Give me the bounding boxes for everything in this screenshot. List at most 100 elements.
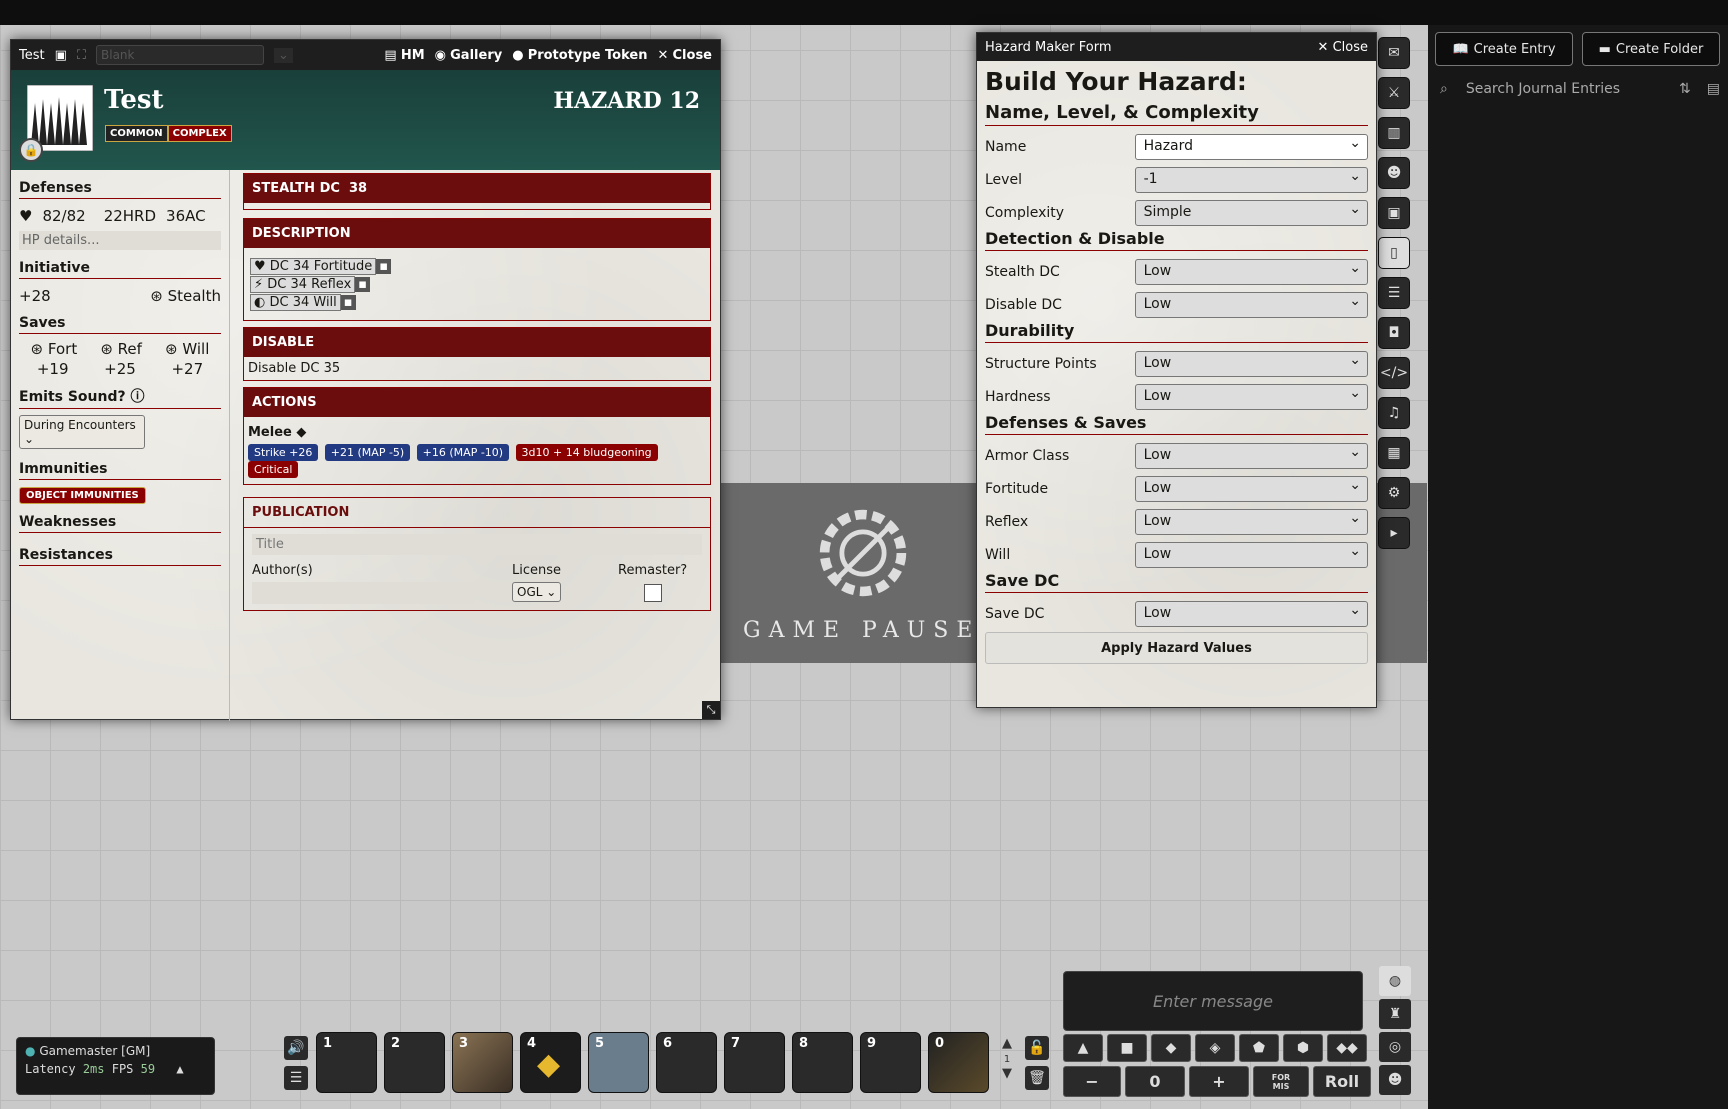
damage-button[interactable]: 3d10 + 14 bludgeoning [515,444,658,461]
d6-icon[interactable]: ■ [1107,1034,1147,1062]
prototype-token-button[interactable]: ● Prototype Token [512,48,647,63]
post-will-icon[interactable]: ▪ [340,295,356,310]
sheet-select[interactable]: Blank [96,45,265,65]
post-reflex-icon[interactable]: ▪ [355,277,371,292]
search-input[interactable]: Search Journal Entries [1466,81,1679,97]
armor-class-select[interactable]: Low [1134,442,1368,469]
will-select[interactable]: Low [1134,541,1368,568]
hp-value[interactable]: 82/82 [42,207,85,225]
macro-slot-6[interactable]: 6 [656,1032,717,1093]
initiative-value[interactable]: +28 [19,287,51,305]
collapse-sidebar-icon[interactable]: ▸ [1378,517,1410,549]
macro-slot-5[interactable]: 5 [588,1032,649,1093]
apply-hazard-values-button[interactable]: Apply Hazard Values [985,632,1368,664]
compendium-tab-icon[interactable]: ▦ [1378,437,1410,469]
tables-tab-icon[interactable]: ☰ [1378,277,1410,309]
strike-button[interactable]: Strike +26 [248,444,319,461]
combat-tab-icon[interactable]: ⚔ [1378,77,1410,109]
will-save-button[interactable]: ⊛ Will [165,340,209,358]
name-input[interactable]: Hazard [1134,133,1368,160]
ref-save-button[interactable]: ⊛ Ref [100,340,142,358]
stealth-header[interactable]: STEALTH DC 38 [244,174,710,203]
macro-slot-4[interactable]: 4 ◆ [520,1032,581,1093]
macro-slot-9[interactable]: 9 [860,1032,921,1093]
items-tab-icon[interactable]: ▣ [1378,197,1410,229]
d8-icon[interactable]: ◆ [1151,1034,1191,1062]
roll-button[interactable]: Roll [1313,1066,1371,1097]
save-dc-select[interactable]: Low [1134,600,1368,627]
info-icon[interactable]: ⓘ [131,389,145,405]
resize-handle-icon[interactable]: ⤡ [702,701,720,719]
ref-value[interactable]: +25 [104,360,136,378]
close-button[interactable]: ✕ Close [657,48,712,63]
menu-icon[interactable]: ☰ [284,1066,308,1090]
expand-icon[interactable]: ⛶ [77,48,86,63]
d20-icon[interactable]: ⬢ [1283,1034,1323,1062]
publication-title-input[interactable]: Title [252,534,702,555]
fort-save-button[interactable]: ⊛ Fort [31,340,78,358]
hardness-select[interactable]: Low [1134,383,1368,410]
settings-tab-icon[interactable]: ⚙ [1378,477,1410,509]
reflex-select[interactable]: Low [1134,508,1368,535]
chat-message-input[interactable]: Enter message [1063,971,1363,1031]
hotbar-lock-icon[interactable]: 🔓 [1025,1036,1049,1060]
hidden-eye-icon[interactable]: ◎ [1379,1032,1411,1062]
hm-button[interactable]: ▤ HM [384,48,424,63]
modifier-value[interactable]: 0 [1125,1066,1185,1097]
playlists-tab-icon[interactable]: ♫ [1378,397,1410,429]
volume-icon[interactable]: 🔊 [284,1036,308,1060]
object-immunities-tag[interactable]: OBJECT IMMUNITIES [19,487,146,504]
melee-attack-name[interactable]: Melee ◆ [248,425,706,440]
emits-sound-select[interactable]: During Encounters ⌄ [19,415,145,449]
macro-slot-7[interactable]: 7 [724,1032,785,1093]
players-list[interactable]: ● Gamemaster [GM] Latency 2ms FPS 59 ▲ [16,1037,215,1095]
level-select[interactable]: -1 [1134,166,1368,193]
critical-button[interactable]: Critical [248,461,299,478]
chess-icon[interactable]: ♜ [1379,999,1411,1029]
d10-icon[interactable]: ◈ [1195,1034,1235,1062]
will-check-link[interactable]: ◐ DC 34 Will [250,294,341,311]
hotbar-clear-icon[interactable]: 🗑 [1025,1066,1049,1090]
scenes-tab-icon[interactable]: ▥ [1378,117,1410,149]
cards-tab-icon[interactable]: ◘ [1378,317,1410,349]
decrement-button[interactable]: − [1063,1066,1121,1097]
chat-tab-icon[interactable]: ✉ [1378,37,1410,69]
macro-slot-8[interactable]: 8 [792,1032,853,1093]
form-close-button[interactable]: ✕ Close [1318,40,1368,55]
sheet-config-icon[interactable]: ▣ [55,48,67,63]
d100-icon[interactable]: ◆◆ [1327,1034,1367,1062]
d12-icon[interactable]: ⬟ [1239,1034,1279,1062]
fort-value[interactable]: +19 [37,360,69,378]
hardness-value[interactable]: 22 [104,207,123,225]
globe-icon[interactable]: ◍ [1379,966,1411,996]
map5-button[interactable]: +21 (MAP -5) [324,444,411,461]
license-select[interactable]: OGL ⌄ [512,582,562,602]
disable-dc-select[interactable]: Low [1134,291,1368,318]
reflex-check-link[interactable]: ⚡ DC 34 Reflex [250,276,356,293]
macros-tab-icon[interactable]: </> [1378,357,1410,389]
hp-details-input[interactable]: HP details... [19,231,221,250]
ac-value[interactable]: 36 [166,207,185,225]
will-value[interactable]: +27 [171,360,203,378]
structure-points-select[interactable]: Low [1134,350,1368,377]
lock-icon[interactable]: 🔒 [19,138,43,162]
fortitude-check-link[interactable]: ♥ DC 34 Fortitude [250,258,377,275]
create-folder-button[interactable]: ▬ Create Folder [1582,32,1720,66]
remaster-checkbox[interactable] [643,584,662,602]
stealth-dc-select[interactable]: Low [1134,258,1368,285]
macro-slot-3[interactable]: 3 [452,1032,513,1093]
initiative-stat[interactable]: ⊛ Stealth [150,287,221,305]
macro-slot-0[interactable]: 0 [928,1032,989,1093]
expand-players-icon[interactable]: ▲ [176,1062,183,1076]
actors-tab-icon[interactable]: ☻ [1378,157,1410,189]
sheet-dropdown-icon[interactable]: ⌄ [274,47,293,63]
formis-button[interactable]: FOR MIS [1253,1066,1309,1097]
authors-input[interactable] [252,582,474,604]
complexity-select[interactable]: Simple [1134,199,1368,226]
journal-search[interactable]: ⌕ Search Journal Entries ⇅ ▤ [1440,78,1720,100]
journal-tab-icon[interactable]: ▯ [1378,237,1410,269]
create-entry-button[interactable]: 📖 Create Entry [1435,32,1573,66]
sort-icon[interactable]: ⇅ [1679,81,1691,97]
user-icon[interactable]: ☻ [1379,1065,1411,1095]
d4-icon[interactable]: ▲ [1063,1034,1103,1062]
